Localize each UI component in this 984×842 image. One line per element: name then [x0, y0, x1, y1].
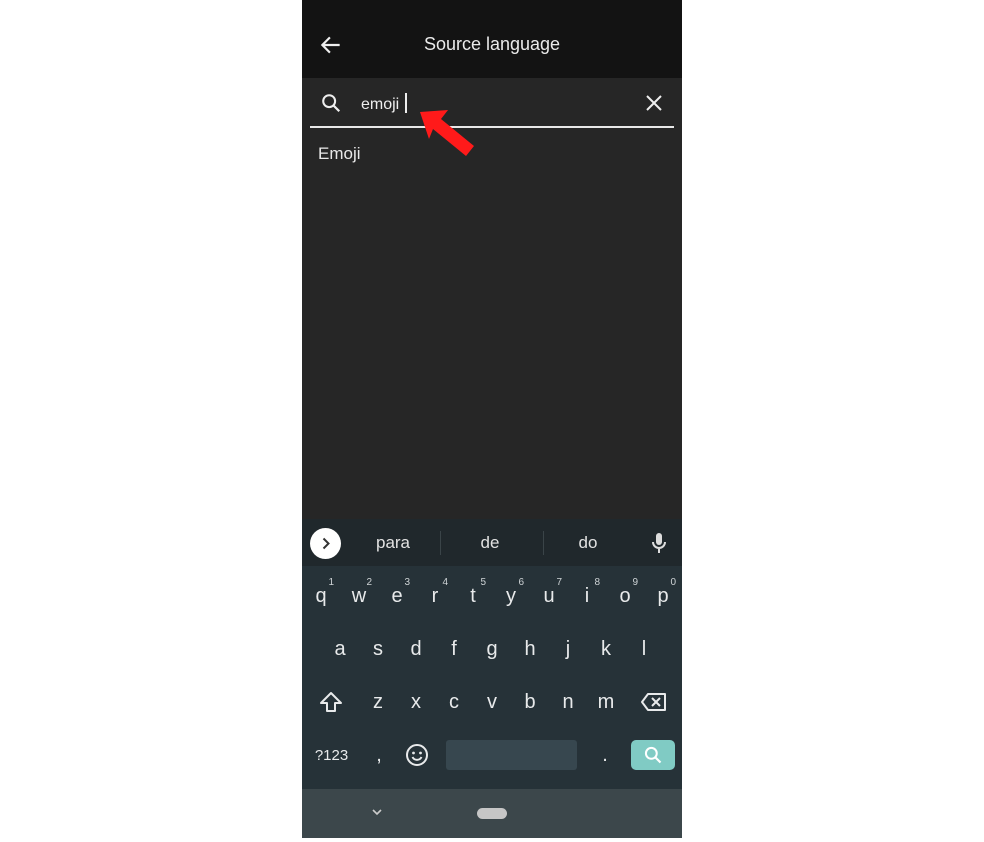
suggestion[interactable]: de	[445, 533, 535, 553]
key-m[interactable]: m	[587, 677, 625, 727]
letter-keys: zxcvbnm	[359, 677, 625, 727]
phone-screen: Source language emoji Emoji para de do q…	[302, 0, 682, 838]
search-field[interactable]: emoji	[310, 78, 674, 128]
key-label: u	[543, 584, 555, 607]
key-row: zxcvbnm	[302, 677, 682, 727]
key-f[interactable]: f	[435, 624, 473, 674]
space-key[interactable]	[436, 730, 586, 780]
key-h[interactable]: h	[511, 624, 549, 674]
backspace-key[interactable]	[625, 677, 682, 727]
emoji-key[interactable]	[398, 730, 436, 780]
key-k[interactable]: k	[587, 624, 625, 674]
chevron-right-icon	[322, 537, 330, 550]
key-hint: 8	[594, 577, 600, 588]
key-hint: 7	[556, 577, 562, 588]
key-i[interactable]: i8	[568, 571, 606, 621]
period-key[interactable]: .	[586, 730, 624, 780]
shift-icon	[319, 692, 342, 712]
chevron-down-icon[interactable]	[370, 805, 384, 819]
key-label: t	[470, 584, 476, 607]
key-d[interactable]: d	[397, 624, 435, 674]
space-bar[interactable]	[445, 740, 577, 770]
key-b[interactable]: b	[511, 677, 549, 727]
key-label: p	[657, 584, 669, 607]
backspace-icon	[640, 693, 666, 711]
shift-key[interactable]	[302, 677, 359, 727]
red-arrow-annotation	[420, 110, 474, 156]
search-input[interactable]: emoji	[361, 93, 408, 114]
key-e[interactable]: e3	[378, 571, 416, 621]
search-icon	[322, 94, 341, 113]
list-item[interactable]: Emoji	[318, 144, 361, 164]
key-q[interactable]: q1	[302, 571, 340, 621]
key-row: ?123 , .	[302, 730, 682, 780]
close-icon[interactable]	[644, 93, 664, 113]
key-label: w	[351, 584, 367, 607]
divider	[440, 531, 441, 555]
key-z[interactable]: z	[359, 677, 397, 727]
key-y[interactable]: y6	[492, 571, 530, 621]
key-hint: 4	[442, 577, 448, 588]
suggestion[interactable]: do	[543, 533, 633, 553]
key-label: y	[506, 584, 516, 607]
key-label: e	[391, 584, 403, 607]
key-r[interactable]: r4	[416, 571, 454, 621]
key-o[interactable]: o9	[606, 571, 644, 621]
search-key[interactable]	[624, 730, 681, 780]
key-u[interactable]: u7	[530, 571, 568, 621]
key-hint: 9	[632, 577, 638, 588]
keyboard: para de do q1w2e3r4t5y6u7i8o9p0 asdfghjk…	[302, 519, 682, 789]
key-v[interactable]: v	[473, 677, 511, 727]
suggestion[interactable]: para	[348, 533, 438, 553]
key-hint: 3	[404, 577, 410, 588]
key-row: q1w2e3r4t5y6u7i8o9p0	[302, 571, 682, 621]
emoji-icon	[406, 744, 428, 766]
key-l[interactable]: l	[625, 624, 663, 674]
search-icon	[644, 746, 661, 764]
key-row: asdfghjkl	[302, 624, 682, 674]
key-a[interactable]: a	[321, 624, 359, 674]
microphone-icon[interactable]	[650, 531, 668, 555]
comma-key[interactable]: ,	[360, 730, 398, 780]
app-bar: Source language	[302, 0, 682, 78]
search-input-value: emoji	[361, 96, 400, 113]
key-hint: 1	[328, 577, 334, 588]
home-pill[interactable]	[477, 808, 507, 819]
page-title: Source language	[423, 34, 561, 54]
key-p[interactable]: p0	[644, 571, 682, 621]
text-caret	[405, 93, 408, 113]
key-c[interactable]: c	[435, 677, 473, 727]
key-label: r	[431, 584, 439, 607]
key-g[interactable]: g	[473, 624, 511, 674]
symbols-key[interactable]: ?123	[303, 730, 360, 780]
key-w[interactable]: w2	[340, 571, 378, 621]
key-x[interactable]: x	[397, 677, 435, 727]
search-action-button[interactable]	[630, 740, 675, 770]
key-hint: 0	[670, 577, 676, 588]
key-label: o	[619, 584, 631, 607]
key-hint: 6	[518, 577, 524, 588]
key-hint: 2	[366, 577, 372, 588]
key-label: i	[584, 584, 590, 607]
key-hint: 5	[480, 577, 486, 588]
key-j[interactable]: j	[549, 624, 587, 674]
key-n[interactable]: n	[549, 677, 587, 727]
suggestion-bar: para de do	[302, 519, 682, 566]
key-t[interactable]: t5	[454, 571, 492, 621]
key-s[interactable]: s	[359, 624, 397, 674]
key-label: q	[315, 584, 327, 607]
expand-button[interactable]	[310, 528, 341, 559]
